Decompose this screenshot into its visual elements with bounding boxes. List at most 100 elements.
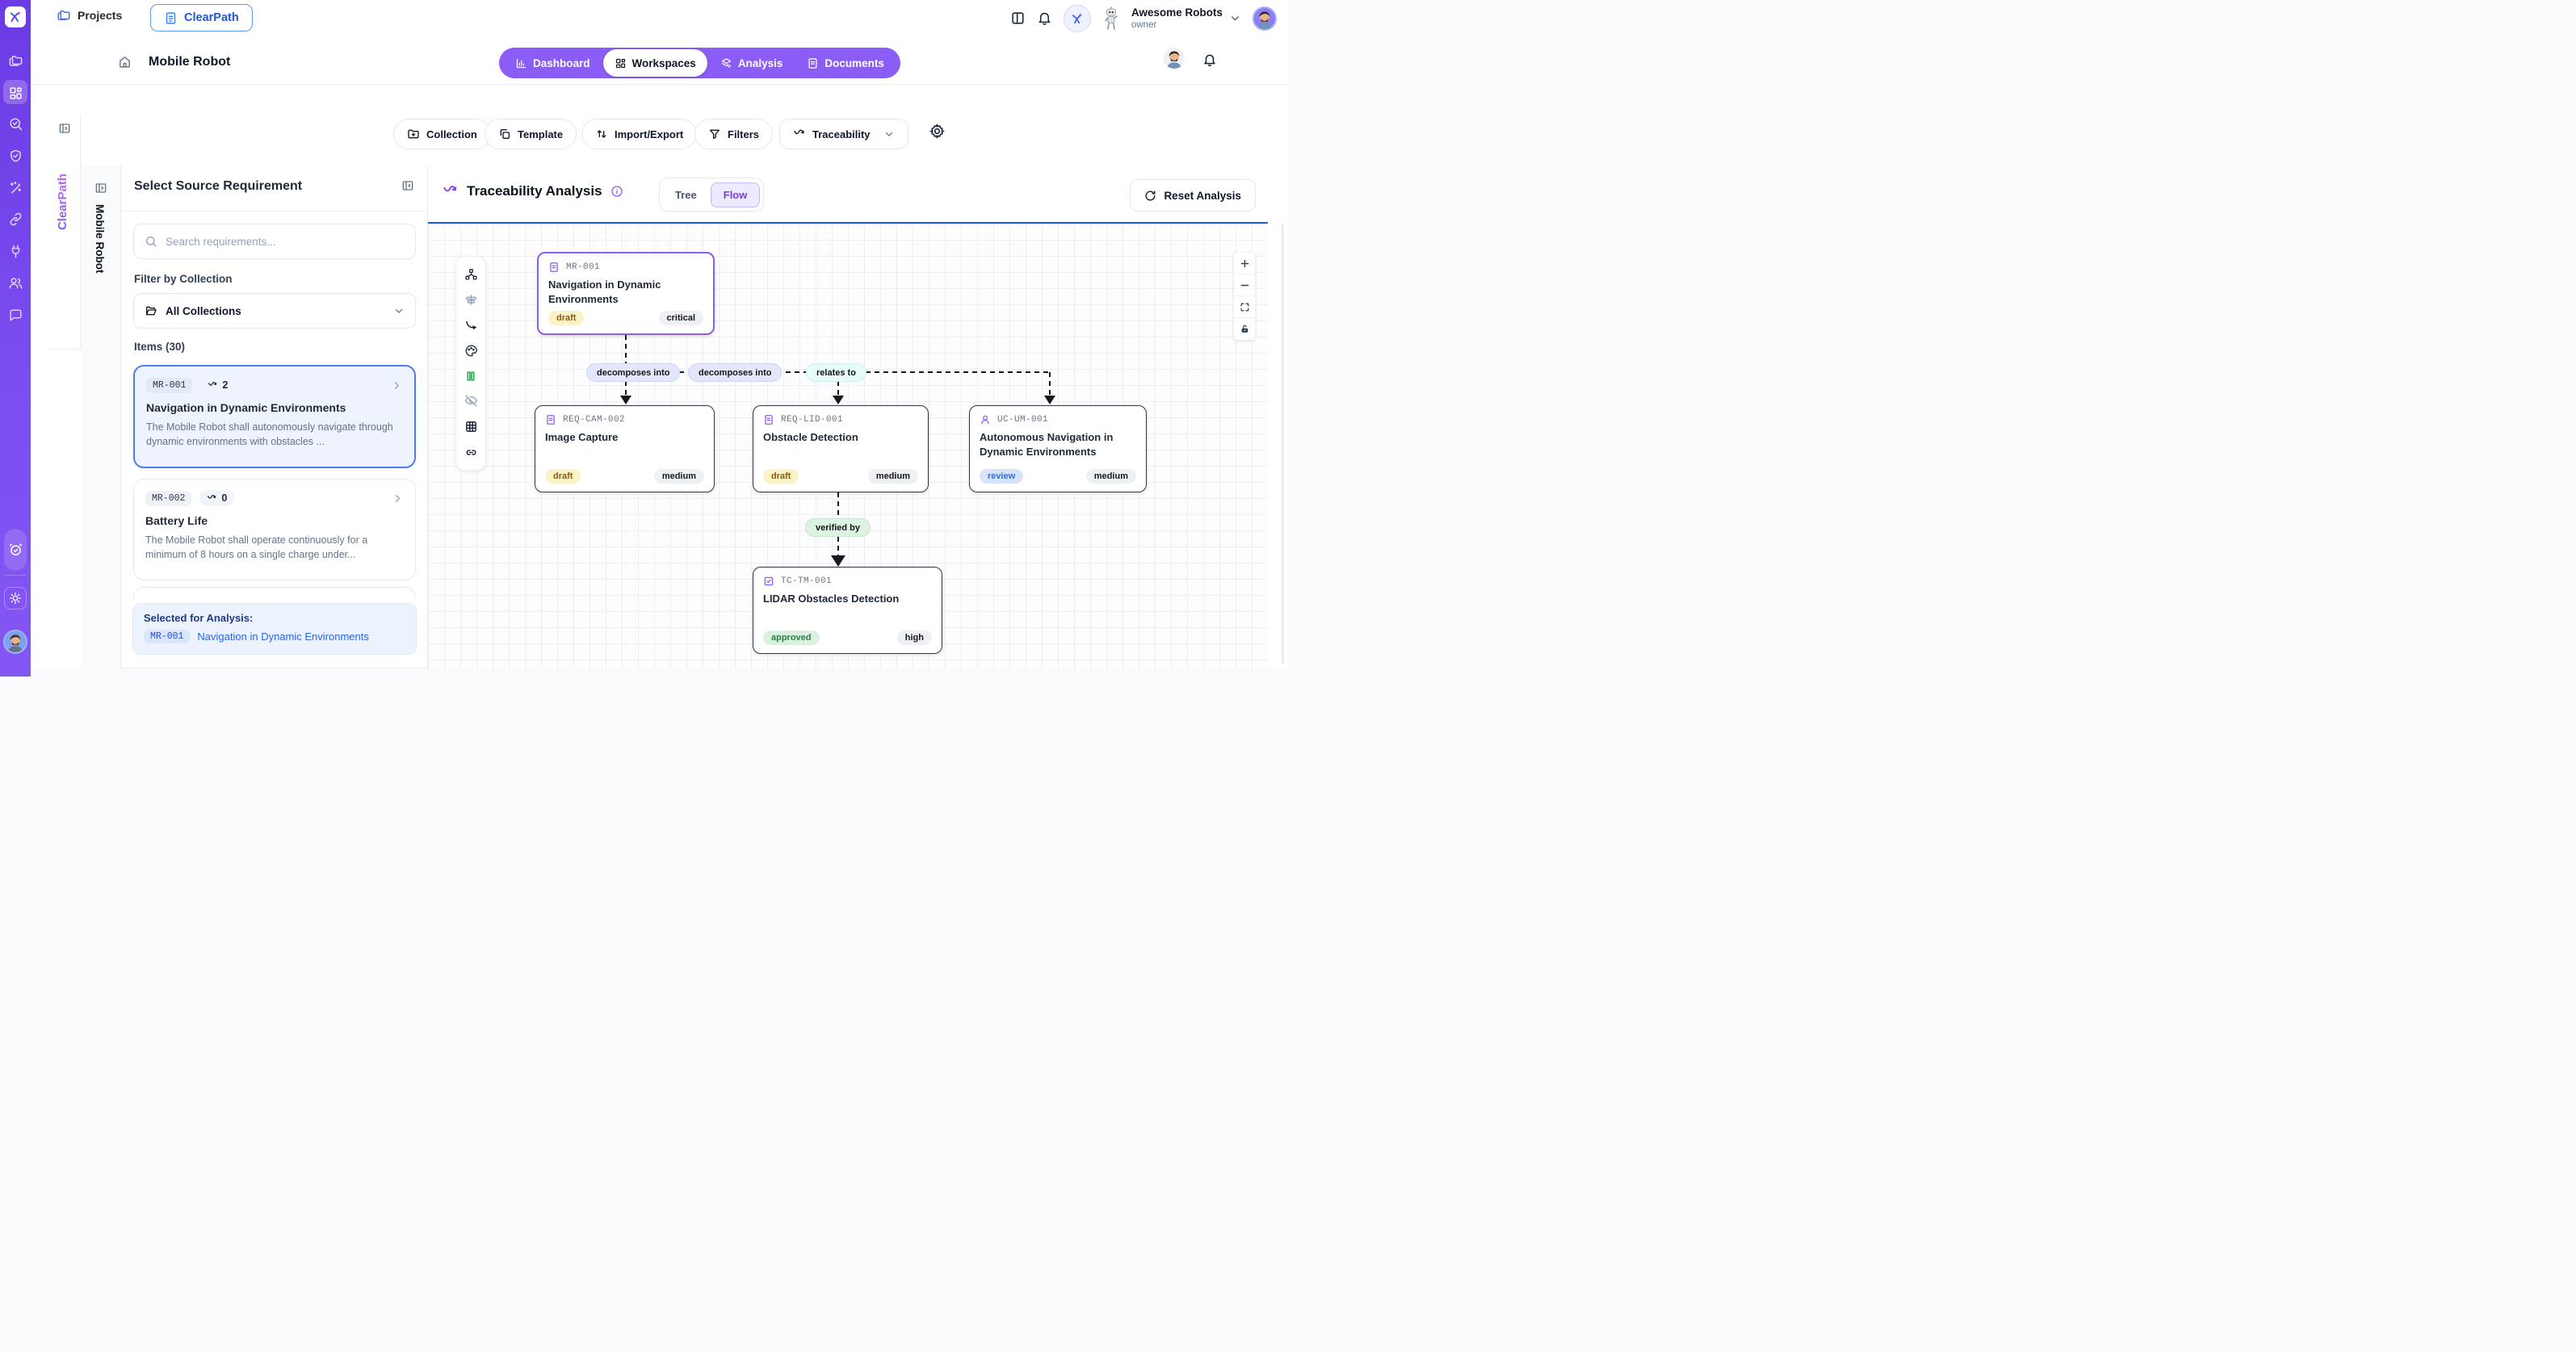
chevron-right-icon (392, 492, 404, 505)
filters-button[interactable]: Filters (694, 119, 773, 149)
projects-label: Projects (78, 9, 122, 22)
search-icon (145, 235, 157, 248)
app-logo[interactable] (5, 6, 26, 27)
folder-plus-icon (407, 128, 420, 140)
flow-tools-toolbar (455, 256, 486, 471)
document-icon (548, 262, 560, 273)
flow-node-tc-tm-001[interactable]: TC-TM-001 LIDAR Obstacles Detection appr… (753, 567, 942, 654)
tab-documents[interactable]: Documents (795, 51, 896, 75)
project-notifications-bell-icon[interactable] (1202, 52, 1217, 67)
workspace-toolbar: Collection Template Import/Export Filter… (31, 115, 1288, 153)
requirement-description: The Mobile Robot shall operate continuou… (145, 533, 404, 562)
copy-icon (498, 128, 511, 140)
tab-dashboard[interactable]: Dashboard (504, 51, 602, 75)
node-title: Obstacle Detection (763, 430, 918, 445)
canvas-scrollbar[interactable] (1282, 224, 1284, 664)
node-title: Autonomous Navigation in Dynamic Environ… (980, 430, 1136, 459)
tab-analysis[interactable]: Analysis (709, 51, 795, 75)
user-avatar[interactable] (1252, 6, 1277, 31)
items-count-label: Items (30) (134, 341, 185, 353)
rail-shield-check-icon[interactable] (0, 142, 31, 170)
toggle-flow[interactable]: Flow (711, 182, 761, 207)
sparkle-x-icon (1070, 11, 1085, 26)
clearpath-label: ClearPath (184, 11, 239, 24)
rail-users-icon[interactable] (0, 269, 31, 296)
flow-node-uc-um-001[interactable]: UC-UM-001 Autonomous Navigation in Dynam… (969, 405, 1147, 492)
settings-gear-icon[interactable] (929, 123, 946, 140)
rail-workspaces-grid-icon[interactable] (0, 79, 31, 107)
clearpath-vertical-label: ClearPath (56, 174, 69, 230)
home-icon[interactable] (118, 55, 132, 69)
rail-search-check-icon[interactable] (0, 110, 31, 137)
flow-canvas[interactable]: decomposes into decomposes into relates … (428, 224, 1268, 668)
import-export-button[interactable]: Import/Export (581, 119, 697, 149)
workspace-area: Collection Template Import/Export Filter… (31, 85, 1288, 668)
sparkle-x-logo-icon (8, 10, 23, 24)
zoom-out-icon[interactable] (1234, 274, 1255, 296)
flow-node-req-lid-001[interactable]: REQ-LID-001 Obstacle Detection draft med… (753, 405, 929, 492)
link-icon[interactable] (464, 446, 478, 459)
folders-icon (57, 8, 71, 23)
palette-icon[interactable] (464, 344, 478, 358)
collection-filter-value: All Collections (166, 305, 385, 317)
status-badge: review (980, 469, 1023, 484)
mobile-robot-collapsed-panel: Mobile Robot (82, 165, 121, 668)
account-menu[interactable]: Awesome Robots owner (1131, 6, 1241, 29)
flow-node-req-cam-002[interactable]: REQ-CAM-002 Image Capture draft medium (535, 405, 715, 492)
fit-view-icon[interactable] (1234, 296, 1255, 318)
rail-alarm-check-icon[interactable] (0, 535, 31, 563)
rail-plug-icon[interactable] (0, 237, 31, 265)
rail-projects-folders-icon[interactable] (0, 47, 31, 74)
requirement-id-badge: MR-002 (145, 491, 191, 506)
notifications-bell-icon[interactable] (1037, 10, 1052, 26)
node-id: REQ-LID-001 (781, 415, 843, 425)
rail-link-icon[interactable] (0, 205, 31, 232)
curved-arrow-icon[interactable] (464, 319, 478, 333)
node-id: TC-TM-001 (781, 576, 832, 586)
info-icon[interactable] (610, 185, 623, 198)
traceability-select[interactable]: Traceability (779, 119, 908, 149)
collection-filter-dropdown[interactable]: All Collections (133, 293, 416, 329)
status-badge: approved (763, 630, 820, 645)
rail-user-avatar[interactable] (3, 630, 27, 654)
toggle-tree[interactable]: Tree (663, 183, 709, 207)
partial-requirement-card[interactable] (133, 587, 416, 598)
collaborator-avatar[interactable] (1164, 48, 1185, 69)
layout-columns-icon[interactable] (1010, 10, 1026, 26)
edge-label-relates-to: relates to (806, 363, 866, 382)
rail-magic-wand-icon[interactable] (0, 174, 31, 201)
grid-table-icon[interactable] (464, 420, 478, 434)
template-button[interactable]: Template (485, 119, 577, 149)
account-role: owner (1131, 20, 1223, 30)
requirement-item-mr-001[interactable]: MR-001 2 Navigation in Dynamic Environme… (133, 365, 416, 468)
ai-assistant-button[interactable] (1064, 5, 1091, 32)
reset-analysis-button[interactable]: Reset Analysis (1130, 179, 1256, 212)
rail-chat-icon[interactable] (0, 301, 31, 329)
panel-expand-icon[interactable] (94, 182, 107, 195)
search-input[interactable] (166, 236, 405, 248)
panel-collapse-icon[interactable] (401, 179, 414, 192)
clearpath-project-button[interactable]: ClearPath (150, 4, 253, 31)
panel-header-divider (121, 211, 427, 212)
collection-button[interactable]: Collection (393, 119, 491, 149)
theme-sun-icon[interactable] (4, 587, 27, 609)
status-badge: draft (548, 311, 584, 325)
align-distribute-icon[interactable] (464, 293, 478, 307)
priority-badge: high (897, 630, 932, 645)
node-title: Navigation in Dynamic Environments (548, 278, 703, 306)
projects-button[interactable]: Projects (57, 8, 122, 23)
layout-hierarchy-icon[interactable] (464, 267, 478, 281)
lock-icon[interactable] (1234, 318, 1255, 340)
clearpath-collapsed-panel: ClearPath (48, 115, 81, 350)
priority-badge: medium (868, 469, 918, 484)
zoom-controls (1234, 253, 1255, 340)
zoom-in-icon[interactable] (1234, 253, 1255, 274)
panel-expand-icon[interactable] (58, 122, 71, 135)
trace-wave-icon (208, 380, 218, 391)
pause-icon[interactable] (464, 370, 477, 383)
tab-workspaces[interactable]: Workspaces (603, 49, 707, 77)
flow-node-mr-001[interactable]: MR-001 Navigation in Dynamic Environment… (537, 252, 715, 335)
requirement-item-mr-002[interactable]: MR-002 0 Battery Life The Mobile Robot s… (133, 479, 416, 580)
eye-off-icon[interactable] (464, 394, 478, 408)
trace-wave-icon (793, 128, 806, 140)
